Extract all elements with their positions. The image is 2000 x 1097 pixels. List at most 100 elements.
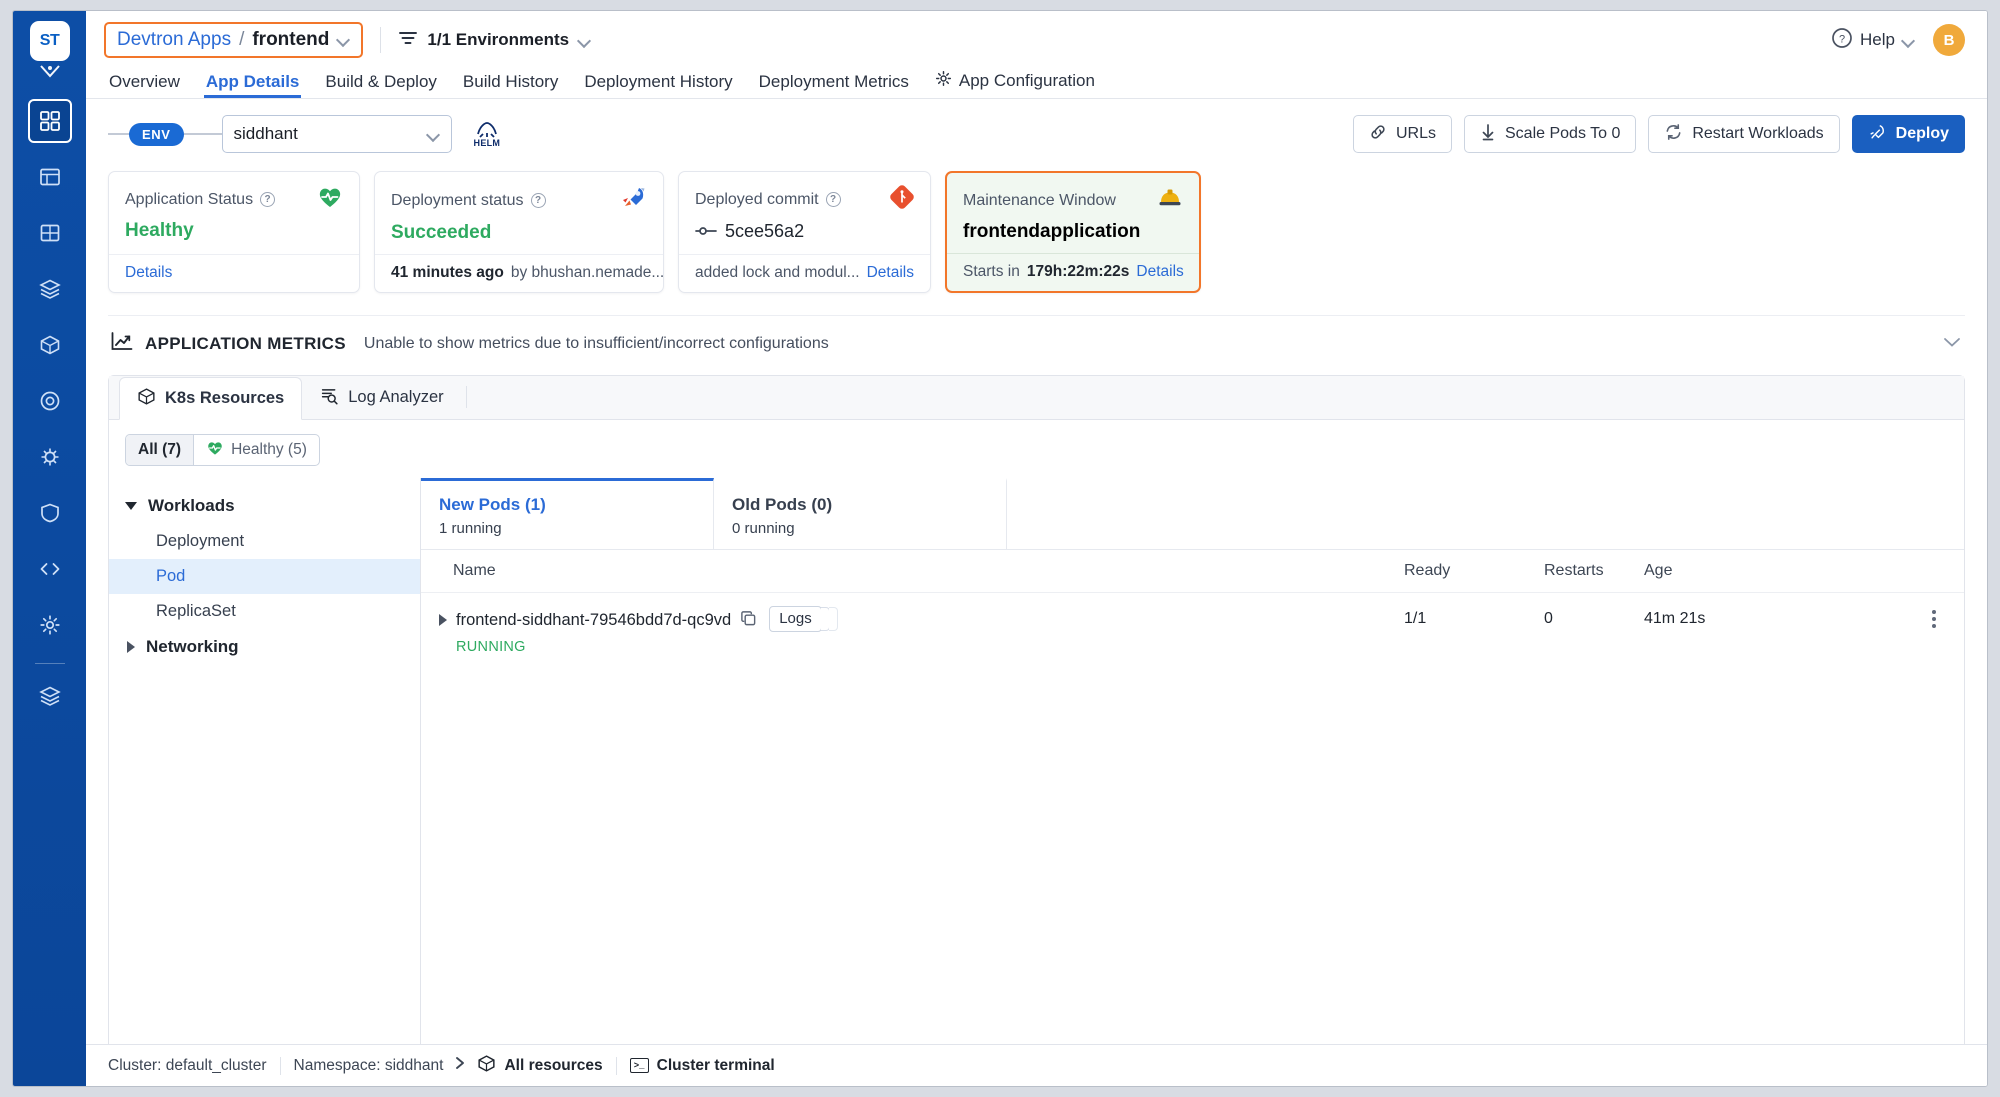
help-button[interactable]: ? Help <box>1831 27 1915 54</box>
shield-icon <box>39 502 61 524</box>
tree-group-workloads[interactable]: Workloads <box>109 488 420 524</box>
tab-label: Build History <box>462 72 559 91</box>
tree-group-label: Networking <box>146 637 239 656</box>
squares-icon <box>39 222 61 244</box>
sidebar-item-resource-browser[interactable] <box>28 435 72 479</box>
rocket-status-icon <box>619 185 647 216</box>
sidebar-item-charts[interactable] <box>28 323 72 367</box>
application-status-card[interactable]: Application Status ? Healthy Details <box>108 171 360 293</box>
help-tooltip-icon[interactable]: ? <box>260 192 276 207</box>
card-title: Deployed commit <box>695 190 819 208</box>
pod-panel: New Pods (1) 1 running Old Pods (0) 0 ru… <box>421 478 1964 1044</box>
sidebar-item-applications[interactable] <box>27 99 72 143</box>
env-actions-group: URLs Scale Pods To 0 Restart Workloads D… <box>1352 115 1965 153</box>
app-group-label: Devtron Apps <box>117 28 232 50</box>
env-badge: ENV <box>129 122 184 146</box>
filter-icon <box>398 29 418 52</box>
footer-all-resources[interactable]: All resources <box>477 1054 603 1078</box>
deployed-commit-card[interactable]: Deployed commit ? 5cee56a2 added lock an… <box>678 171 931 293</box>
sidebar-item-global-config[interactable] <box>28 603 72 647</box>
sidebar-item-clusters[interactable] <box>28 267 72 311</box>
scale-pods-label: Scale Pods To 0 <box>1505 125 1621 142</box>
card-footer: Starts in 179h:22m:22s Details <box>947 253 1199 291</box>
code-icon <box>39 558 61 580</box>
sidebar-item-bulk-edit[interactable] <box>28 379 72 423</box>
card-body: Maintenance Window frontendapplication <box>947 173 1199 253</box>
tab-old-pods[interactable]: Old Pods (0) 0 running <box>714 478 1007 549</box>
sidebar-item-code[interactable] <box>28 547 72 591</box>
copy-icon[interactable] <box>740 610 757 632</box>
tab-log-analyzer[interactable]: Log Analyzer <box>302 376 461 419</box>
tab-app-details[interactable]: App Details <box>193 72 313 98</box>
scale-pods-button[interactable]: Scale Pods To 0 <box>1464 115 1637 153</box>
footer-namespace[interactable]: Namespace: siddhant <box>294 1057 444 1075</box>
footer-cluster[interactable]: Cluster: default_cluster <box>108 1057 267 1075</box>
environments-filter[interactable]: 1/1 Environments <box>398 29 591 52</box>
tab-build-history[interactable]: Build History <box>450 72 571 98</box>
tab-deployment-metrics[interactable]: Deployment Metrics <box>746 72 922 98</box>
tree-item-deployment[interactable]: Deployment <box>109 524 420 559</box>
tab-deployment-history[interactable]: Deployment History <box>571 72 745 98</box>
kebab-menu-icon[interactable] <box>1932 610 1936 628</box>
tab-app-configuration[interactable]: App Configuration <box>922 70 1108 98</box>
sidebar-item-security[interactable] <box>28 491 72 535</box>
maintenance-window-card[interactable]: Maintenance Window frontendapplication S… <box>945 171 1201 293</box>
column-header-name[interactable]: Name <box>421 562 1404 580</box>
deployment-status-card[interactable]: Deployment status ? Succeeded 41 minutes… <box>374 171 664 293</box>
tree-item-label: ReplicaSet <box>156 602 236 620</box>
sidebar-item-jobs[interactable] <box>28 155 72 199</box>
chevron-down-icon[interactable] <box>1943 335 1961 353</box>
tab-sublabel: 0 running <box>732 520 795 537</box>
deploy-button[interactable]: Deploy <box>1851 115 1965 153</box>
application-metrics-section[interactable]: APPLICATION METRICS Unable to show metri… <box>108 315 1965 371</box>
filter-all[interactable]: All (7) <box>126 435 195 465</box>
column-header-restarts[interactable]: Restarts <box>1544 562 1644 580</box>
tab-overview[interactable]: Overview <box>104 72 193 98</box>
chevron-right-icon[interactable] <box>439 614 447 626</box>
footer-cluster-terminal-label: Cluster terminal <box>656 1056 775 1074</box>
help-tooltip-icon[interactable]: ? <box>530 193 546 208</box>
maintenance-details-link[interactable]: Details <box>1136 263 1183 281</box>
cell-ready: 1/1 <box>1404 610 1427 627</box>
tab-k8s-resources[interactable]: K8s Resources <box>119 377 303 420</box>
filter-healthy[interactable]: Healthy (5) <box>194 435 319 465</box>
tree-item-pod[interactable]: Pod <box>109 559 420 594</box>
footer-all-resources-label: All resources <box>504 1056 603 1074</box>
hardhat-icon <box>1157 186 1183 215</box>
card-title: Deployment status <box>391 191 524 209</box>
cube-icon <box>137 387 156 411</box>
chevron-right-icon <box>127 641 135 653</box>
tab-label: New Pods (1) <box>439 495 546 514</box>
sidebar-item-app-groups[interactable] <box>28 211 72 255</box>
devtron-logo[interactable]: ST <box>29 21 70 61</box>
chevron-down-icon <box>1902 34 1915 47</box>
tree-item-replicaset[interactable]: ReplicaSet <box>109 594 420 629</box>
urls-button[interactable]: URLs <box>1352 115 1452 153</box>
column-header-age[interactable]: Age <box>1644 562 1904 580</box>
table-row[interactable]: frontend-siddhant-79546bdd7d-qc9vd Logs <box>421 593 1964 673</box>
log-search-icon <box>320 386 339 410</box>
application-metrics-title: APPLICATION METRICS <box>145 333 346 353</box>
application-status-details-link[interactable]: Details <box>125 264 172 282</box>
tab-new-pods[interactable]: New Pods (1) 1 running <box>421 478 714 549</box>
deployed-commit-details-link[interactable]: Details <box>867 264 914 282</box>
tree-item-label: Deployment <box>156 532 245 550</box>
sidebar-item-stacks[interactable] <box>28 674 72 718</box>
environment-select[interactable]: siddhant <box>221 115 452 153</box>
help-tooltip-icon[interactable]: ? <box>825 192 841 207</box>
card-body: Application Status ? Healthy <box>109 172 359 254</box>
avatar[interactable]: B <box>1933 24 1965 56</box>
tab-label: Build & Deploy <box>325 72 437 91</box>
logs-button[interactable]: Logs <box>769 606 838 632</box>
column-header-ready[interactable]: Ready <box>1404 562 1544 580</box>
tree-group-networking[interactable]: Networking <box>109 629 420 665</box>
cell-actions[interactable] <box>1904 609 1964 628</box>
restart-workloads-button[interactable]: Restart Workloads <box>1648 115 1840 153</box>
environments-label: 1/1 Environments <box>427 30 570 49</box>
trend-up-icon <box>110 330 134 357</box>
footer-cluster-terminal[interactable]: >_ Cluster terminal <box>629 1056 775 1075</box>
tab-build-and-deploy[interactable]: Build & Deploy <box>312 72 450 98</box>
heartbeat-icon <box>317 185 343 214</box>
tab-label: Deployment Metrics <box>758 72 909 91</box>
app-selector-dropdown[interactable]: Devtron Apps / frontend <box>104 22 364 58</box>
